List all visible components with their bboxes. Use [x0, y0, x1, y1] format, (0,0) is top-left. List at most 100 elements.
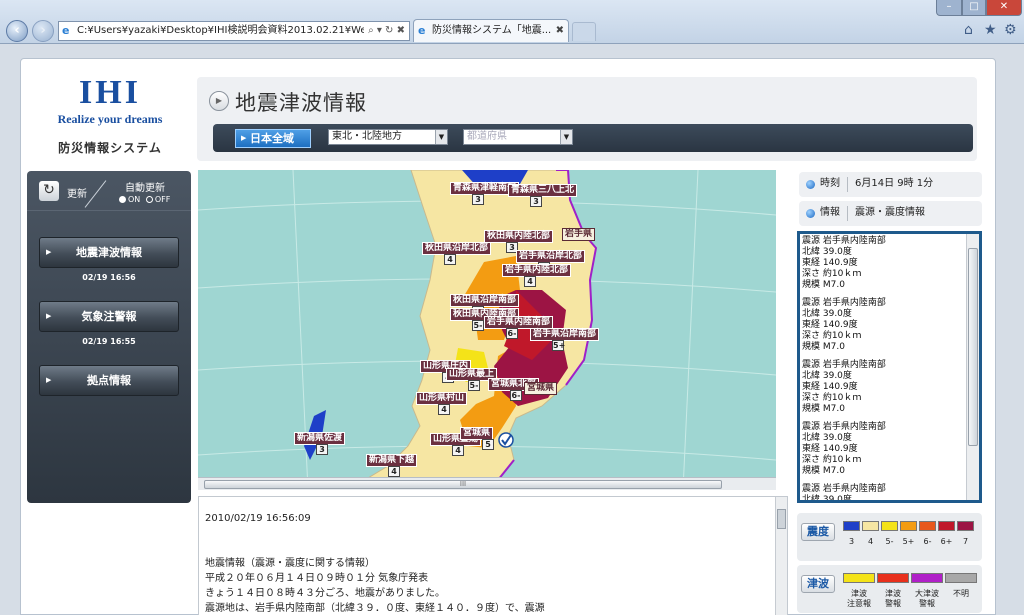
map-intensity-badge: 5-	[472, 320, 484, 331]
map-horizontal-scrollbar[interactable]: III	[198, 477, 776, 490]
nav-base-info-button[interactable]: ▶ 拠点情報	[39, 365, 179, 396]
time-value: 6月14日 9時 1分	[855, 178, 934, 189]
favorites-star-icon[interactable]: ★	[984, 22, 997, 38]
logo-area: IHI Realize your dreams 防災情報システム	[29, 75, 191, 167]
browser-chrome: ‹ › e C:¥Users¥yazaki¥Desktop¥IHI検説明会資料2…	[0, 0, 1024, 44]
legend-title: 震度	[801, 523, 835, 541]
chevron-down-icon: ▼	[435, 130, 447, 144]
earthquake-lon: 東経 140.9度	[802, 444, 858, 454]
prefecture-select[interactable]: 都道府県 ▼	[463, 129, 573, 145]
auto-on-radio[interactable]	[119, 196, 126, 203]
refresh-icon[interactable]: ↻	[39, 181, 59, 201]
info-value: 震源・震度情報	[855, 207, 925, 218]
nav-item-label: 地震津波情報	[76, 246, 142, 259]
prefecture-select-placeholder: 都道府県	[467, 131, 507, 142]
divider	[84, 180, 107, 208]
nav-earthquake-tsunami-button[interactable]: ▶ 地震津波情報	[39, 237, 179, 268]
window-minimize-button[interactable]: –	[936, 0, 962, 16]
tagline: Realize your dreams	[57, 112, 163, 126]
earthquake-epicenter: 震源 岩手県内陸南部	[802, 298, 886, 308]
refresh-row: ↻ 更新 自動更新 ON OFF	[27, 171, 191, 211]
earthquake-epicenter: 震源 岩手県内陸南部	[802, 484, 886, 494]
map-intensity-badge: 3	[472, 194, 484, 205]
map-intensity-badge: 5+	[552, 340, 566, 351]
legend-label: 7	[962, 537, 969, 546]
region-toolbar: ▶ 日本全域 東北・北陸地方 ▼ 都道府県 ▼	[213, 124, 973, 152]
back-button[interactable]: ‹	[6, 20, 28, 42]
earthquake-lat: 北緯 39.0度	[802, 433, 852, 443]
map-intensity-badge: 6-	[510, 390, 522, 401]
map-intensity-badge: 3	[530, 196, 542, 207]
legend-swatch	[843, 521, 860, 531]
all-japan-label: 日本全域	[250, 132, 294, 145]
earthquake-depth: 深さ 約10ｋｍ	[802, 455, 862, 465]
earthquake-list-items: 震源 岩手県内陸南部 北緯 39.0度 東経 140.9度 深さ 約10ｋｍ 規模 M7…	[802, 236, 966, 500]
triangle-icon: ▶	[241, 134, 247, 142]
legend-label: 不明	[953, 589, 969, 598]
legend-swatch	[877, 573, 909, 583]
map-intensity-badge: 5	[482, 439, 494, 450]
nav-weather-warning-button[interactable]: ▶ 気象注警報	[39, 301, 179, 332]
earthquake-entry[interactable]: 震源 岩手県内陸南部 北緯 39.0度 東経 140.9度 深さ 約10ｋｍ 規模 M7…	[802, 298, 966, 360]
log-vertical-scrollbar[interactable]	[775, 497, 787, 615]
earthquake-epicenter: 震源 岩手県内陸南部	[802, 360, 886, 370]
scrollbar-thumb[interactable]	[777, 509, 786, 529]
message-log-panel[interactable]: 2010/02/19 16:56:09 地震情報（震源・震度に関する情報） 平成…	[198, 496, 788, 615]
scrollbar-thumb[interactable]: III	[204, 480, 722, 489]
earthquake-epicenter: 震源 岩手県内陸南部	[802, 236, 886, 246]
map-region-label: 秋田県内陸北部	[484, 230, 554, 243]
nav-item-date: 02/19 16:55	[82, 337, 136, 346]
map-intensity-badge: 4	[444, 254, 456, 265]
region-select[interactable]: 東北・北陸地方 ▼	[328, 129, 448, 145]
earthquake-epicenter: 震源 岩手県内陸南部	[802, 422, 886, 432]
window-close-button[interactable]: ✕	[986, 0, 1022, 16]
message-log-text: 2010/02/19 16:56:09 地震情報（震源・震度に関する情報） 平成…	[205, 513, 545, 614]
page-title: 地震津波情報	[235, 91, 367, 115]
earthquake-entry[interactable]: 震源 岩手県内陸南部 北緯 39.0度 東経 140.9度 深さ 約10ｋｍ 規模 M7…	[802, 236, 966, 298]
scrollbar-thumb[interactable]	[968, 248, 978, 446]
address-bar[interactable]: e C:¥Users¥yazaki¥Desktop¥IHI検説明会資料2013.…	[58, 21, 410, 41]
legend-swatch	[957, 521, 974, 531]
address-tools[interactable]: ⌕ ▾ ↻ ✖	[364, 22, 405, 40]
bullet-icon	[806, 209, 815, 218]
nav-item-date: 02/19 16:56	[82, 273, 136, 282]
earthquake-list-scrollbar[interactable]	[966, 234, 979, 500]
nav-item-label: 気象注警報	[81, 310, 137, 323]
forward-button[interactable]: ›	[32, 20, 54, 42]
earthquake-mag: 規模 M7.0	[802, 466, 845, 476]
auto-off-radio[interactable]	[145, 196, 153, 203]
earthquake-depth: 深さ 約10ｋｍ	[802, 331, 862, 341]
home-icon[interactable]: ⌂	[964, 22, 973, 38]
info-type-row: 情報 震源・震度情報	[799, 201, 982, 226]
auto-off-label: OFF	[154, 195, 171, 204]
map-region-label: 青森県三八上北	[508, 184, 578, 197]
map-intensity-badge: 3	[316, 444, 328, 455]
legend-swatch	[862, 521, 879, 531]
tab-close-icon[interactable]: ✖	[556, 20, 564, 42]
map-intensity-badge: 4	[452, 445, 464, 456]
address-text: C:¥Users¥yazaki¥Desktop¥IHI検説明会資料2013.02…	[77, 25, 394, 36]
map-intensity-badge: 6-	[506, 328, 518, 339]
earthquake-depth: 深さ 約10ｋｍ	[802, 393, 862, 403]
chevron-down-icon: ▼	[560, 130, 572, 144]
refresh-label[interactable]: 更新	[67, 185, 87, 200]
legend-swatch	[900, 521, 917, 531]
legend-swatch	[945, 573, 977, 583]
earthquake-list[interactable]: 震源 岩手県内陸南部 北緯 39.0度 東経 140.9度 深さ 約10ｋｍ 規模 M7…	[797, 231, 982, 503]
window-maximize-button[interactable]: □	[962, 0, 986, 16]
map-intensity-badge: 4	[524, 276, 536, 287]
gear-icon[interactable]: ⚙	[1004, 22, 1017, 38]
earthquake-entry[interactable]: 震源 岩手県内陸南部 北緯 39.0度	[802, 484, 966, 500]
map-intensity-badge: 4	[438, 404, 450, 415]
browser-tab[interactable]: e 防災情報システム「地震... ✖	[413, 19, 569, 42]
earthquake-entry[interactable]: 震源 岩手県内陸南部 北緯 39.0度 東経 140.9度 深さ 約10ｋｍ 規模 M7…	[802, 360, 966, 422]
seismic-map[interactable]: 青森県津軽南部 3 青森県三八上北 3 岩手県 秋田県内陸北部 3 秋田県沿岸北部 4 岩手県沿岸…	[198, 170, 776, 490]
earthquake-depth: 深さ 約10ｋｍ	[802, 269, 862, 279]
new-tab-button[interactable]	[572, 22, 596, 41]
map-region-label: 岩手県	[562, 228, 596, 241]
divider	[847, 177, 848, 192]
app-page: IHI Realize your dreams 防災情報システム ▶ 地震津波情…	[20, 58, 996, 615]
all-japan-button[interactable]: ▶ 日本全域	[235, 129, 311, 148]
legend-swatch	[881, 521, 898, 531]
earthquake-entry[interactable]: 震源 岩手県内陸南部 北緯 39.0度 東経 140.9度 深さ 約10ｋｍ 規模 M7…	[802, 422, 966, 484]
